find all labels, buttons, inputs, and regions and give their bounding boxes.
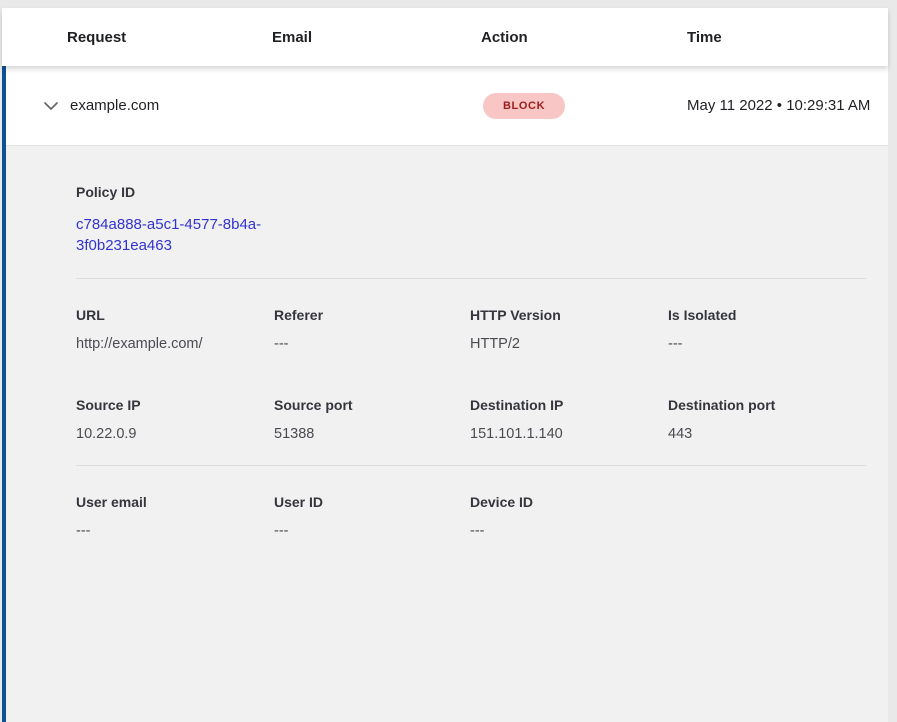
request-details-panel: Policy ID c784a888-a5c1-4577-8b4a-3f0b23… bbox=[6, 146, 888, 722]
field-value: --- bbox=[274, 522, 470, 540]
detail-field-referer: Referer --- bbox=[274, 305, 470, 353]
detail-field-device-id: Device ID --- bbox=[470, 492, 668, 540]
field-label: Device ID bbox=[470, 492, 668, 512]
detail-field-url: URL http://example.com/ bbox=[76, 305, 274, 353]
field-value: --- bbox=[668, 335, 866, 353]
column-header-email: Email bbox=[272, 29, 481, 46]
detail-field-empty bbox=[668, 492, 866, 540]
field-value: 151.101.1.140 bbox=[470, 425, 668, 443]
detail-field-http-version: HTTP Version HTTP/2 bbox=[470, 305, 668, 353]
field-label: URL bbox=[76, 305, 274, 325]
divider bbox=[76, 465, 866, 466]
detail-row-user: User email --- User ID --- Device ID --- bbox=[76, 492, 866, 540]
field-label: User ID bbox=[274, 492, 470, 512]
detail-field-user-email: User email --- bbox=[76, 492, 274, 540]
expanded-row-group: example.com BLOCK May 11 2022 • 10:29:31… bbox=[2, 66, 888, 722]
field-label: Source IP bbox=[76, 395, 274, 415]
policy-section: Policy ID c784a888-a5c1-4577-8b4a-3f0b23… bbox=[76, 182, 866, 256]
field-label: Is Isolated bbox=[668, 305, 866, 325]
chevron-down-icon[interactable] bbox=[44, 102, 58, 110]
field-value: 443 bbox=[668, 425, 866, 443]
detail-field-source-ip: Source IP 10.22.0.9 bbox=[76, 395, 274, 443]
divider bbox=[76, 278, 866, 279]
request-value: example.com bbox=[70, 97, 159, 114]
field-label: Destination IP bbox=[470, 395, 668, 415]
field-label: Destination port bbox=[668, 395, 866, 415]
table-header: Request Email Action Time bbox=[2, 8, 888, 66]
policy-id-link[interactable]: c784a888-a5c1-4577-8b4a-3f0b231ea463 bbox=[76, 214, 282, 256]
field-value: --- bbox=[76, 522, 274, 540]
field-value: 51388 bbox=[274, 425, 470, 443]
column-header-action: Action bbox=[481, 29, 687, 46]
field-value: --- bbox=[470, 522, 668, 540]
field-value: --- bbox=[274, 335, 470, 353]
column-header-time: Time bbox=[687, 29, 888, 46]
field-label: Referer bbox=[274, 305, 470, 325]
log-table-card: Request Email Action Time example.com BL… bbox=[2, 8, 888, 722]
field-value: HTTP/2 bbox=[470, 335, 668, 353]
detail-field-is-isolated: Is Isolated --- bbox=[668, 305, 866, 353]
detail-row-network: Source IP 10.22.0.9 Source port 51388 De… bbox=[76, 395, 866, 443]
table-row[interactable]: example.com BLOCK May 11 2022 • 10:29:31… bbox=[6, 66, 888, 146]
field-label: User email bbox=[76, 492, 274, 512]
field-value: 10.22.0.9 bbox=[76, 425, 274, 443]
detail-field-destination-ip: Destination IP 151.101.1.140 bbox=[470, 395, 668, 443]
detail-field-source-port: Source port 51388 bbox=[274, 395, 470, 443]
field-label: Source port bbox=[274, 395, 470, 415]
field-value: http://example.com/ bbox=[76, 335, 274, 353]
block-badge: BLOCK bbox=[483, 93, 565, 119]
policy-id-label: Policy ID bbox=[76, 182, 866, 202]
detail-field-user-id: User ID --- bbox=[274, 492, 470, 540]
time-value: May 11 2022 • 10:29:31 AM bbox=[687, 94, 888, 118]
request-cell: example.com bbox=[6, 97, 272, 114]
action-cell: BLOCK bbox=[481, 93, 687, 119]
field-label: HTTP Version bbox=[470, 305, 668, 325]
detail-field-destination-port: Destination port 443 bbox=[668, 395, 866, 443]
detail-row-http: URL http://example.com/ Referer --- HTTP… bbox=[76, 305, 866, 353]
column-header-request: Request bbox=[67, 29, 272, 46]
